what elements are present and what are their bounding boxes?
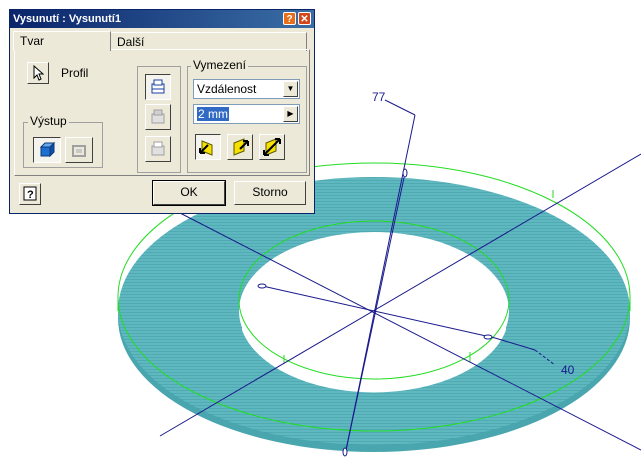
cut-icon — [151, 109, 165, 124]
cursor-arrow-icon — [33, 64, 45, 81]
direction-2-icon — [233, 138, 249, 156]
help-icon[interactable]: ? — [283, 12, 296, 25]
svg-text:?: ? — [27, 189, 34, 201]
cancel-button[interactable]: Storno — [234, 181, 306, 205]
tab-tvar[interactable]: Tvar — [13, 31, 111, 51]
chevron-down-icon[interactable]: ▼ — [283, 81, 298, 97]
extents-type-select[interactable]: Vzdálenost ▼ — [193, 79, 300, 99]
surface-icon — [72, 145, 86, 157]
symmetric-button[interactable] — [259, 134, 285, 160]
dimension-77[interactable]: 77 — [372, 90, 386, 104]
dialog-titlebar[interactable]: Vysunutí : Vysunutí1 ? ✕ — [10, 10, 314, 28]
help-icon: ? — [23, 186, 37, 201]
distance-input[interactable]: 2 mm ▶ — [193, 104, 300, 124]
direction-2-button[interactable] — [227, 134, 253, 160]
close-icon[interactable]: ✕ — [298, 12, 311, 25]
output-surface-button[interactable] — [65, 137, 93, 163]
extrude-dialog: Vysunutí : Vysunutí1 ? ✕ Tvar Další Prof… — [9, 9, 315, 214]
join-button[interactable] — [145, 74, 171, 100]
ok-button[interactable]: OK — [152, 180, 226, 206]
chevron-right-icon[interactable]: ▶ — [283, 106, 298, 122]
solid-cube-icon — [39, 141, 56, 158]
intersect-icon — [151, 141, 165, 156]
symmetric-icon — [263, 138, 281, 156]
output-group-label: Výstup — [28, 114, 69, 128]
intersect-button[interactable] — [145, 136, 171, 162]
cut-button[interactable] — [145, 104, 171, 130]
direction-1-icon — [199, 140, 213, 156]
direction-1-button[interactable] — [195, 134, 221, 160]
output-solid-button[interactable] — [33, 137, 61, 163]
profile-select-button[interactable] — [27, 62, 49, 84]
profile-label: Profil — [61, 66, 89, 80]
dialog-title: Vysunutí : Vysunutí1 — [13, 13, 121, 25]
help-button[interactable]: ? — [19, 183, 41, 205]
dimension-40[interactable]: 40 — [561, 363, 575, 377]
tab-page: Profil Výstup Vymezení Vzdálenost ▼ 2 mm… — [14, 49, 310, 176]
extents-group-label: Vymezení — [191, 58, 248, 72]
join-icon — [151, 79, 165, 94]
